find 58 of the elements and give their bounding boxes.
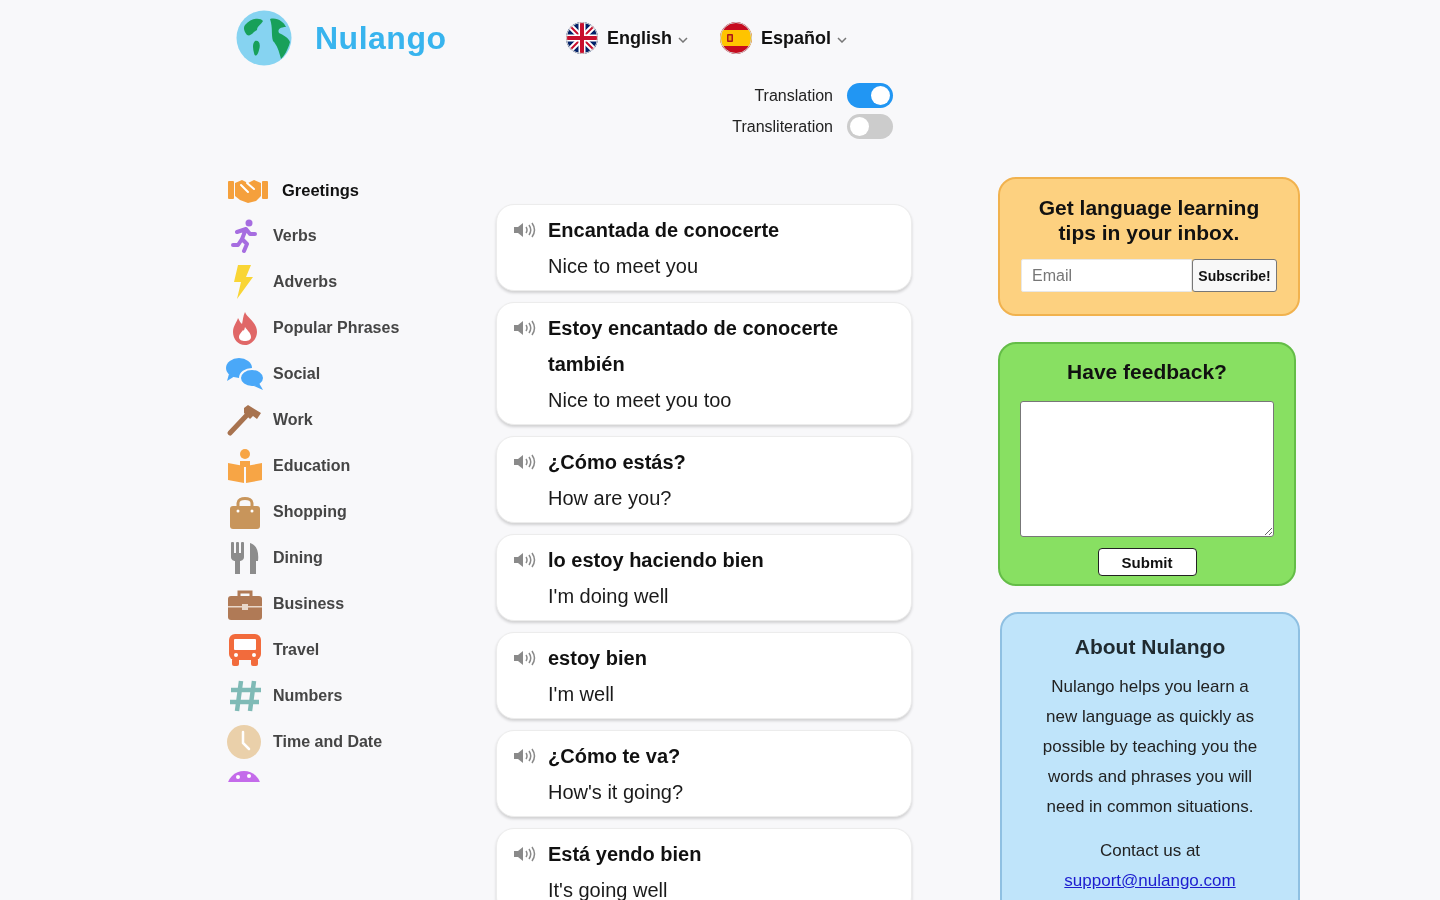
translation-text: Nice to meet you [548, 255, 699, 277]
translation-text: Nice to meet you too [548, 389, 732, 411]
sidebar-item[interactable]: Dining [225, 540, 323, 576]
feedback-field[interactable] [1020, 401, 1274, 537]
language-dropdown[interactable]: Español [720, 22, 874, 54]
translation-text: I'm well [548, 683, 615, 705]
sidebar-item[interactable]: Travel [225, 632, 320, 668]
sidebar-item[interactable]: Popular Phrases [225, 310, 400, 346]
phrase-text: lo estoy haciendo bien [548, 548, 765, 573]
newsletter-title: Get language learning tips in your inbox. [1037, 195, 1261, 245]
sidebar-item[interactable]: Greetings [225, 172, 360, 208]
phrase-text: ¿Cómo estás? [548, 450, 687, 475]
speaker-icon[interactable] [513, 319, 537, 337]
sidebar-item[interactable]: Adverbs [225, 264, 338, 300]
uk-flag-icon [566, 22, 598, 54]
sidebar-item[interactable]: Time and Date [225, 724, 383, 760]
sidebar-item[interactable]: Work [225, 402, 313, 438]
translation-text: I'm doing well [548, 585, 669, 607]
email-link[interactable]: support@nulango.com [1064, 866, 1236, 896]
reading-person-icon [225, 448, 265, 484]
chevron-down-icon [837, 37, 847, 43]
speech-bubbles-icon [225, 356, 265, 392]
phrase-text: ¿Cómo te va? [548, 744, 682, 769]
globe-icon [236, 10, 292, 66]
about-text: Nulango helps you learn a new language as quickly as possible by teaching you the words and phrases you will need in common situations. [1041, 676, 1259, 818]
language-dropdown[interactable]: English [566, 22, 720, 54]
sidebar-item[interactable]: Education [225, 448, 351, 484]
speaker-icon[interactable] [513, 845, 537, 863]
phrase-text: estoy bien [548, 646, 648, 671]
sidebar-item[interactable]: Verbs [225, 218, 317, 254]
speaker-icon[interactable] [513, 221, 537, 239]
toggle-switch[interactable] [847, 83, 893, 108]
contact-label: Contact us at [1099, 840, 1201, 862]
palette-icon [226, 770, 262, 782]
speaker-icon[interactable] [513, 747, 537, 765]
translation-text: How are you? [548, 487, 672, 509]
phrase-text: Está yendo bien [548, 842, 703, 867]
sidebar-item[interactable]: Business [225, 586, 345, 622]
sidebar-item[interactable]: Numbers [225, 678, 343, 714]
toggle-label: Translation [754, 86, 833, 105]
sidebar-item[interactable]: Social [225, 356, 321, 392]
feedback-title: Have feedback? [1066, 360, 1228, 384]
sidebar-item[interactable]: Shopping [225, 494, 347, 530]
toggle-switch[interactable] [847, 114, 893, 139]
phrase-text: Encantada de conocerte [548, 218, 781, 243]
logo-text: Nulango [315, 19, 447, 57]
about-title: About Nulango [1073, 634, 1227, 660]
submit-button[interactable]: Submit [1097, 548, 1197, 576]
email-field[interactable]: Email [1021, 259, 1192, 292]
subscribe-button[interactable]: Subscribe! [1192, 259, 1277, 292]
phrase-text: Estoy encantado de conocerte también [548, 316, 840, 377]
chevron-down-icon [678, 37, 688, 43]
speaker-icon[interactable] [513, 551, 537, 569]
toggle-label: Transliteration [732, 117, 833, 136]
speaker-icon[interactable] [513, 453, 537, 471]
spain-flag-icon [720, 22, 752, 54]
translation-text: How's it going? [548, 781, 683, 803]
speaker-icon[interactable] [513, 649, 537, 667]
